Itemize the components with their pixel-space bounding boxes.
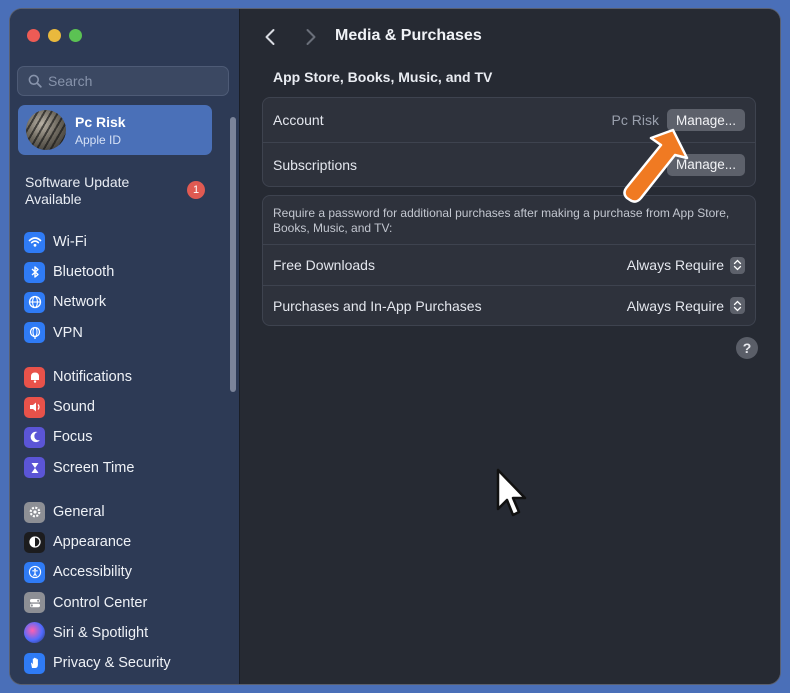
bell-icon — [24, 366, 45, 388]
zoom-window-button[interactable] — [69, 29, 82, 42]
updown-chevron-icon — [730, 256, 745, 274]
sidebar-group-notifications: Notifications Sound Focus Screen Time — [24, 362, 224, 483]
back-chevron-icon[interactable] — [261, 27, 281, 47]
software-update-label-line2: Available — [25, 191, 82, 207]
account-value: Pc Risk — [611, 112, 659, 128]
sidebar-item-general[interactable]: General — [24, 497, 224, 527]
toolbar: Media & Purchases — [241, 25, 780, 49]
sidebar-item-bluetooth[interactable]: Bluetooth — [24, 257, 224, 287]
sidebar-item-label: VPN — [53, 324, 83, 341]
purchases-label: Purchases and In-App Purchases — [273, 297, 482, 314]
sidebar-item-label: Appearance — [53, 534, 132, 551]
sidebar-item-label: Sound — [53, 399, 95, 416]
sidebar: Pc Risk Apple ID Software Update Availab… — [10, 9, 240, 684]
sidebar-item-label: Siri & Spotlight — [53, 624, 149, 641]
sidebar-item-sound[interactable]: Sound — [24, 392, 224, 422]
search-icon — [28, 74, 42, 88]
sidebar-item-label: Network — [53, 294, 107, 311]
password-group: Require a password for additional purcha… — [262, 195, 756, 326]
appearance-icon — [24, 531, 45, 553]
sidebar-item-label: Notifications — [53, 369, 132, 386]
purchases-row: Purchases and In-App Purchases Always Re… — [263, 285, 755, 325]
sidebar-scrollbar[interactable] — [230, 117, 236, 392]
mouse-pointer-icon — [496, 468, 527, 517]
sidebar-item-label: General — [53, 504, 105, 521]
sidebar-item-label: Accessibility — [53, 564, 132, 581]
sidebar-item-screen-time[interactable]: Screen Time — [24, 453, 224, 483]
sidebar-item-network[interactable]: Network — [24, 287, 224, 317]
siri-icon — [24, 622, 45, 644]
sidebar-item-label: Control Center — [53, 594, 148, 611]
free-downloads-select[interactable]: Always Require — [626, 256, 745, 274]
account-name: Pc Risk — [75, 113, 126, 130]
sidebar-group-network: Wi-Fi Bluetooth Network VPN — [24, 227, 224, 348]
free-downloads-label: Free Downloads — [273, 257, 375, 273]
annotation-arrow-icon — [623, 128, 689, 203]
toggles-icon — [24, 592, 45, 614]
sidebar-group-general: General Appearance Accessibility Control… — [24, 497, 224, 678]
sidebar-item-label: Wi-Fi — [53, 234, 87, 251]
free-downloads-value: Always Require — [626, 257, 724, 273]
sidebar-item-focus[interactable]: Focus — [24, 422, 224, 452]
bluetooth-icon — [24, 261, 45, 283]
account-label: Account — [273, 112, 324, 128]
gear-icon — [24, 501, 45, 523]
forward-chevron-icon[interactable] — [300, 27, 320, 47]
sidebar-item-appearance[interactable]: Appearance — [24, 527, 224, 557]
free-downloads-row: Free Downloads Always Require — [263, 245, 755, 285]
window-controls — [27, 29, 82, 42]
globe-icon — [24, 291, 45, 313]
subscriptions-label: Subscriptions — [273, 156, 358, 173]
main-pane: Media & Purchases App Store, Books, Musi… — [241, 9, 780, 684]
minimize-window-button[interactable] — [48, 29, 61, 42]
wifi-icon — [24, 231, 45, 253]
accessibility-icon — [24, 561, 45, 583]
hand-icon — [24, 652, 45, 674]
search-input[interactable] — [48, 73, 198, 89]
sidebar-item-label: Bluetooth — [53, 264, 115, 281]
purchases-select[interactable]: Always Require — [627, 297, 745, 314]
sidebar-item-label: Focus — [53, 429, 93, 446]
page-title: Media & Purchases — [335, 27, 482, 44]
speaker-icon — [24, 396, 45, 418]
settings-window: Pc Risk Apple ID Software Update Availab… — [10, 9, 780, 684]
sidebar-item-label: Screen Time — [53, 459, 135, 476]
section-title: App Store, Books, Music, and TV — [273, 69, 493, 85]
sidebar-item-vpn[interactable]: VPN — [24, 318, 224, 348]
close-window-button[interactable] — [27, 29, 40, 42]
avatar — [26, 110, 66, 150]
help-button[interactable]: ? — [736, 337, 758, 359]
purchases-value: Always Require — [626, 297, 724, 314]
sidebar-item-accessibility[interactable]: Accessibility — [24, 557, 224, 587]
sidebar-item-privacy-security[interactable]: Privacy & Security — [24, 648, 224, 678]
sidebar-item-wifi[interactable]: Wi-Fi — [24, 227, 224, 257]
sidebar-item-control-center[interactable]: Control Center — [24, 588, 224, 618]
sidebar-item-label: Privacy & Security — [53, 655, 171, 672]
moon-icon — [24, 426, 45, 448]
apple-id-account[interactable]: Pc Risk Apple ID — [18, 105, 212, 155]
updown-chevron-icon — [730, 297, 745, 314]
sidebar-item-siri-spotlight[interactable]: Siri & Spotlight — [24, 618, 224, 648]
update-count-badge: 1 — [187, 181, 205, 199]
account-subtitle: Apple ID — [75, 132, 122, 147]
sidebar-item-notifications[interactable]: Notifications — [24, 362, 224, 392]
vpn-globe-icon — [24, 322, 45, 344]
hourglass-icon — [24, 457, 45, 479]
search-field[interactable] — [17, 66, 229, 96]
